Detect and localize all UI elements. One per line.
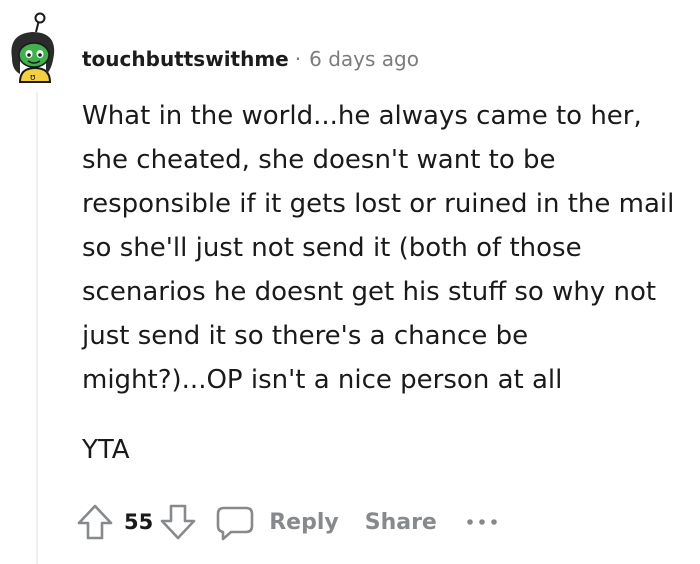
speech-bubble-icon (216, 506, 254, 541)
upvote-button[interactable] (76, 502, 114, 542)
arrow-down-outline-icon (160, 504, 196, 540)
comment-paragraph: What in the world...he always came to he… (82, 101, 675, 395)
thread-line[interactable] (36, 92, 38, 564)
comment-body: What in the world...he always came to he… (82, 94, 682, 472)
snoo-avatar-icon: ʊ (11, 12, 55, 83)
timestamp[interactable]: 6 days ago (309, 47, 419, 71)
comment-verdict: YTA (82, 435, 130, 465)
reply-button[interactable]: Reply (215, 502, 339, 542)
arrow-up-outline-icon (77, 504, 113, 540)
vote-count: 55 (124, 510, 154, 534)
username[interactable]: touchbuttswithme (82, 47, 289, 71)
comment-action-bar: 55 Reply Share (76, 496, 501, 548)
more-options-button[interactable] (465, 516, 501, 528)
reply-label: Reply (269, 509, 339, 535)
comment-header: touchbuttswithme · 6 days ago (82, 45, 419, 73)
share-button[interactable]: Share (365, 510, 437, 535)
downvote-button[interactable] (159, 502, 197, 542)
meta-separator: · (294, 47, 302, 71)
avatar[interactable]: ʊ (6, 10, 64, 90)
svg-text:ʊ: ʊ (30, 73, 36, 83)
ellipsis-icon (467, 519, 497, 525)
